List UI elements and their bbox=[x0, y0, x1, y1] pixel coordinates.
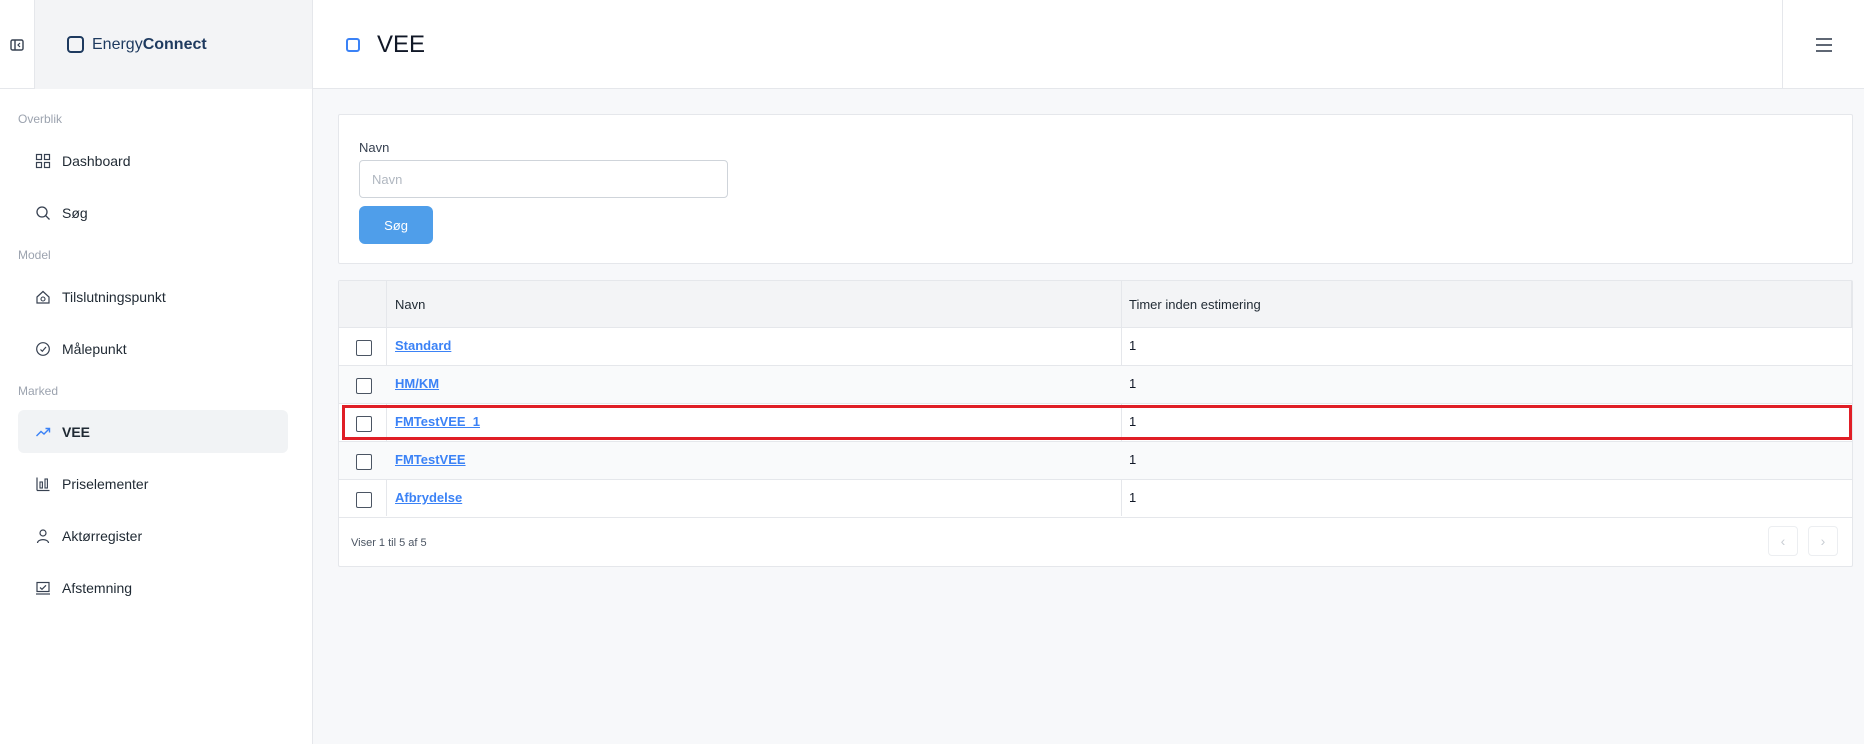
page-title: VEE bbox=[377, 30, 426, 58]
price-chart-icon bbox=[34, 475, 52, 493]
sidebar-item-label: Målepunkt bbox=[62, 340, 127, 357]
row-checkbox[interactable] bbox=[356, 340, 372, 356]
row-hours: 1 bbox=[1129, 490, 1137, 505]
top-bar: EnergyConnect VEE bbox=[0, 0, 1864, 89]
gauge-icon bbox=[34, 340, 52, 358]
sidebar-item-label: VEE bbox=[62, 423, 91, 440]
sidebar-item-label: Tilslutningspunkt bbox=[62, 288, 166, 305]
section-marked: Marked bbox=[18, 384, 59, 398]
brand-name-bold: Connect bbox=[142, 35, 207, 53]
row-name-link[interactable]: HM/KM bbox=[395, 376, 439, 391]
row-checkbox[interactable] bbox=[356, 378, 372, 394]
row-checkbox[interactable] bbox=[356, 454, 372, 470]
search-icon bbox=[34, 204, 52, 222]
sidebar-item-priselementer[interactable]: Priselementer bbox=[18, 462, 288, 505]
table-row[interactable]: Afbrydelse 1 bbox=[339, 480, 1852, 518]
logo-icon bbox=[67, 36, 84, 53]
sidebar-item-search[interactable]: Søg bbox=[18, 191, 288, 234]
next-page-button[interactable]: › bbox=[1808, 526, 1838, 556]
reconcile-icon bbox=[34, 579, 52, 597]
user-icon bbox=[34, 527, 52, 545]
sidebar-item-tilslutningspunkt[interactable]: Tilslutningspunkt bbox=[18, 275, 288, 318]
row-name-link[interactable]: Afbrydelse bbox=[395, 490, 462, 505]
sidebar-item-label: Afstemning bbox=[62, 579, 133, 596]
navn-label: Navn bbox=[359, 140, 390, 155]
page-header: VEE bbox=[346, 0, 425, 89]
chevron-right-icon: › bbox=[1820, 533, 1826, 549]
row-hours: 1 bbox=[1129, 452, 1137, 467]
row-checkbox[interactable] bbox=[356, 492, 372, 508]
grid-icon bbox=[34, 152, 52, 170]
brand-name-light: Energy bbox=[92, 35, 143, 53]
sidebar-item-label: Priselementer bbox=[62, 475, 149, 492]
section-overblik: Overblik bbox=[18, 112, 63, 126]
section-model: Model bbox=[18, 248, 51, 262]
trend-icon bbox=[34, 423, 52, 441]
sidebar-item-label: Søg bbox=[62, 204, 88, 221]
row-name-link[interactable]: Standard bbox=[395, 338, 451, 353]
vee-table: Navn Timer inden estimering Standard 1 H… bbox=[338, 280, 1853, 567]
table-row[interactable]: Standard 1 bbox=[339, 328, 1852, 366]
sidebar-item-aktorregister[interactable]: Aktørregister bbox=[18, 514, 288, 557]
sidebar-item-label: Dashboard bbox=[62, 152, 131, 169]
hamburger-icon bbox=[1815, 37, 1832, 52]
sidebar-item-malepunkt[interactable]: Målepunkt bbox=[18, 327, 288, 370]
column-resize-handle[interactable] bbox=[1851, 281, 1852, 328]
sidebar-item-label: Aktørregister bbox=[62, 527, 143, 544]
row-hours: 1 bbox=[1129, 338, 1137, 353]
table-row[interactable]: FMTestVEE 1 bbox=[339, 442, 1852, 480]
previous-page-button[interactable]: ‹ bbox=[1768, 526, 1798, 556]
row-hours: 1 bbox=[1129, 414, 1137, 429]
column-header-navn[interactable]: Navn bbox=[395, 281, 425, 328]
search-form: Navn Søg bbox=[338, 114, 1853, 264]
table-row[interactable]: FMTestVEE_1 1 bbox=[339, 404, 1852, 442]
house-gear-icon bbox=[34, 288, 52, 306]
table-header: Navn Timer inden estimering bbox=[339, 281, 1852, 328]
row-name-link[interactable]: FMTestVEE_1 bbox=[395, 414, 480, 429]
sidebar: Overblik Dashboard Søg Model Tilslutning… bbox=[0, 89, 313, 744]
row-checkbox[interactable] bbox=[356, 416, 372, 432]
search-button[interactable]: Søg bbox=[359, 206, 433, 244]
page-square-icon bbox=[346, 37, 360, 52]
column-header-timer[interactable]: Timer inden estimering bbox=[1129, 281, 1261, 328]
row-name-link[interactable]: FMTestVEE bbox=[395, 452, 466, 467]
pagination-summary: Viser 1 til 5 af 5 bbox=[351, 537, 427, 549]
menu-button[interactable] bbox=[1782, 0, 1864, 89]
sidebar-item-afstemning[interactable]: Afstemning bbox=[18, 566, 288, 609]
sidebar-item-dashboard[interactable]: Dashboard bbox=[18, 139, 288, 182]
sidebar-item-vee[interactable]: VEE bbox=[18, 410, 288, 453]
row-hours: 1 bbox=[1129, 376, 1137, 391]
navn-input[interactable] bbox=[359, 160, 728, 198]
brand-logo[interactable]: EnergyConnect bbox=[35, 0, 313, 89]
sidebar-collapse-button[interactable] bbox=[0, 0, 35, 89]
table-row[interactable]: HM/KM 1 bbox=[339, 366, 1852, 404]
sidebar-toggle-icon bbox=[10, 38, 24, 51]
chevron-left-icon: ‹ bbox=[1780, 533, 1786, 549]
